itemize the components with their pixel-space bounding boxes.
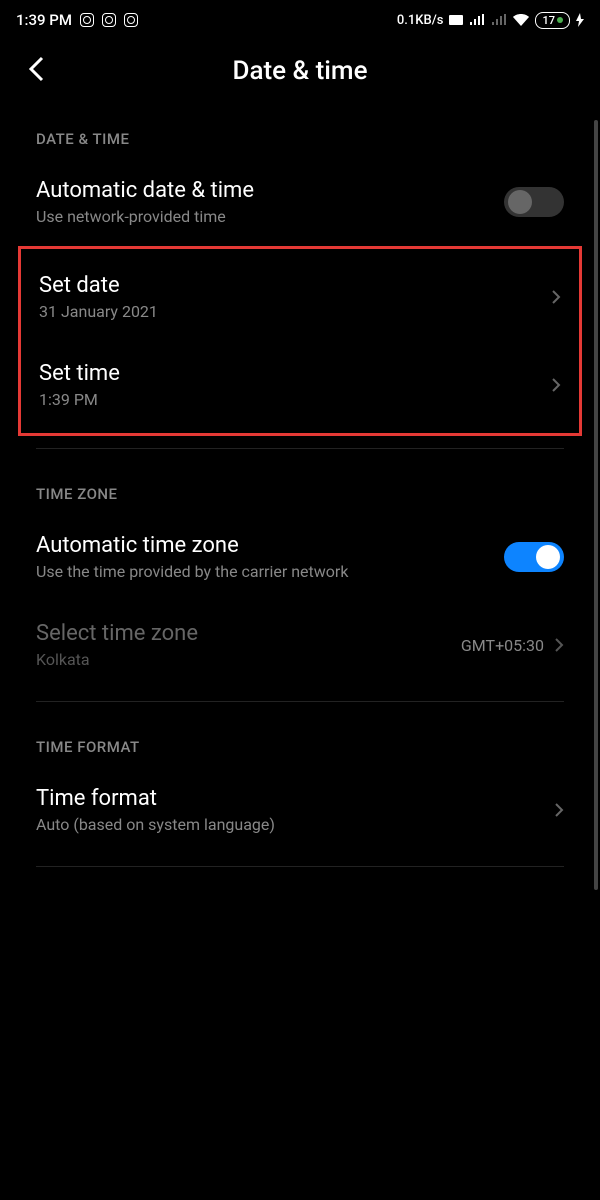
page-title: Date & time	[20, 56, 580, 86]
setting-text: Automatic date & time Use network-provid…	[36, 178, 254, 226]
automatic-date-time-toggle[interactable]	[504, 187, 564, 217]
setting-subtitle: Auto (based on system language)	[36, 815, 275, 834]
setting-right	[554, 802, 564, 818]
header: Date & time	[0, 40, 600, 106]
chevron-left-icon	[28, 56, 44, 82]
battery-percent: 17	[542, 14, 555, 27]
chevron-right-icon	[551, 289, 561, 305]
section-header-timeformat: TIME FORMAT	[0, 714, 600, 766]
instagram-icon	[80, 13, 94, 27]
instagram-icon	[124, 13, 138, 27]
chevron-right-icon	[554, 802, 564, 818]
chevron-right-icon	[554, 637, 564, 653]
set-time-item[interactable]: Set time 1:39 PM	[21, 341, 579, 429]
section-header-timezone: TIME ZONE	[0, 461, 600, 513]
signal-icon	[469, 14, 485, 26]
setting-right	[551, 377, 561, 393]
setting-subtitle: Use the time provided by the carrier net…	[36, 562, 348, 581]
battery-indicator: 17	[535, 12, 570, 29]
chevron-right-icon	[551, 377, 561, 393]
setting-title: Set time	[39, 361, 120, 386]
setting-title: Automatic time zone	[36, 533, 348, 558]
status-right: 0.1KB/s 17	[397, 12, 584, 29]
data-rate: 0.1KB/s	[397, 13, 444, 28]
setting-right	[551, 289, 561, 305]
setting-title: Time format	[36, 786, 275, 811]
status-bar: 1:39 PM 0.1KB/s 17	[0, 0, 600, 40]
time-format-item[interactable]: Time format Auto (based on system langua…	[0, 766, 600, 854]
setting-title: Set date	[39, 273, 158, 298]
setting-subtitle: Kolkata	[36, 650, 198, 669]
automatic-date-time-item[interactable]: Automatic date & time Use network-provid…	[0, 158, 600, 246]
select-time-zone-item: Select time zone Kolkata GMT+05:30	[0, 601, 600, 689]
signal-icon-2	[491, 14, 507, 26]
setting-title: Automatic date & time	[36, 178, 254, 203]
setting-right: GMT+05:30	[461, 636, 564, 655]
wifi-icon	[513, 14, 529, 26]
highlight-annotation: Set date 31 January 2021 Set time 1:39 P…	[18, 246, 582, 436]
section-header-datetime: DATE & TIME	[0, 106, 600, 158]
battery-dot-icon	[557, 17, 563, 23]
divider	[36, 448, 564, 449]
automatic-time-zone-toggle[interactable]	[504, 542, 564, 572]
setting-subtitle: Use network-provided time	[36, 207, 254, 226]
setting-subtitle: 1:39 PM	[39, 390, 120, 409]
scrollbar[interactable]	[594, 120, 598, 890]
setting-text: Time format Auto (based on system langua…	[36, 786, 275, 834]
divider	[36, 701, 564, 702]
automatic-time-zone-item[interactable]: Automatic time zone Use the time provide…	[0, 513, 600, 601]
back-button[interactable]	[28, 56, 44, 86]
set-date-item[interactable]: Set date 31 January 2021	[21, 253, 579, 341]
setting-text: Automatic time zone Use the time provide…	[36, 533, 348, 581]
timezone-value: GMT+05:30	[461, 636, 544, 655]
setting-text: Set date 31 January 2021	[39, 273, 158, 321]
toggle-knob-icon	[508, 190, 532, 214]
toggle-knob-icon	[536, 545, 560, 569]
setting-text: Set time 1:39 PM	[39, 361, 120, 409]
instagram-icon	[102, 13, 116, 27]
charging-icon	[576, 13, 584, 27]
divider	[36, 866, 564, 867]
status-time: 1:39 PM	[16, 11, 72, 29]
volte-icon	[449, 15, 463, 25]
setting-text: Select time zone Kolkata	[36, 621, 198, 669]
setting-subtitle: 31 January 2021	[39, 302, 158, 321]
status-left: 1:39 PM	[16, 11, 138, 29]
setting-title: Select time zone	[36, 621, 198, 646]
